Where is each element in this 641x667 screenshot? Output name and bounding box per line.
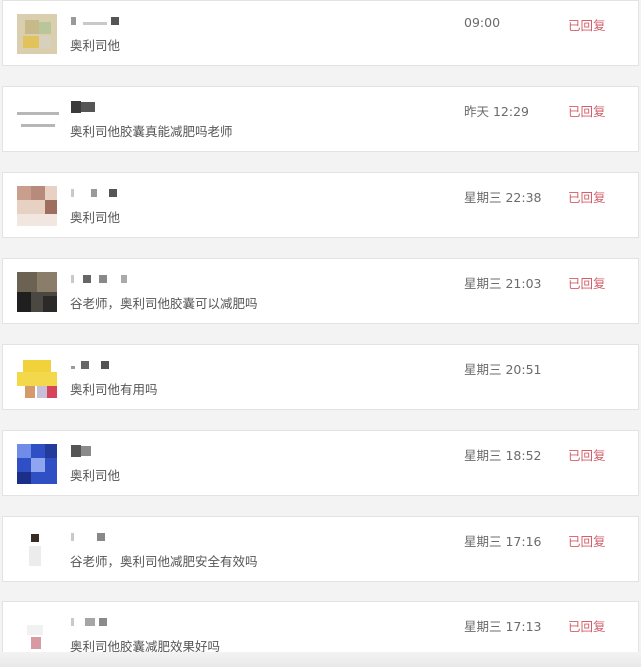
sender-name-redacted [71, 443, 131, 457]
message-time: 昨天 12:29 [464, 104, 529, 119]
page-bottom-edge [0, 652, 641, 667]
avatar [17, 272, 57, 312]
message-time: 星期三 18:52 [464, 448, 542, 463]
sender-name-redacted [71, 13, 131, 27]
message-text: 奥利司他 [70, 210, 121, 225]
message-text: 奥利司他 [70, 38, 121, 53]
avatar [13, 100, 63, 140]
message-text: 谷老师，奥利司他减肥安全有效吗 [70, 554, 258, 569]
message-time: 星期三 17:13 [464, 619, 542, 634]
sender-name-redacted [71, 271, 131, 285]
reply-status[interactable]: 已回复 [568, 273, 606, 292]
message-row[interactable]: 奥利司他 星期三 22:38 已回复 [2, 172, 639, 238]
message-time: 星期三 20:51 [464, 362, 542, 377]
avatar [17, 186, 57, 226]
reply-status[interactable]: 已回复 [568, 616, 606, 635]
avatar [17, 615, 57, 655]
message-row[interactable]: 奥利司他 09:00 已回复 [2, 0, 639, 66]
message-text: 奥利司他 [70, 468, 121, 483]
reply-status[interactable]: 已回复 [568, 531, 606, 550]
avatar [17, 444, 57, 484]
message-text: 奥利司他有用吗 [70, 382, 158, 397]
avatar [17, 14, 57, 54]
message-row[interactable]: 谷老师，奥利司他胶囊可以减肥吗 星期三 21:03 已回复 [2, 258, 639, 324]
reply-status[interactable]: 已回复 [568, 445, 606, 464]
message-time: 星期三 21:03 [464, 276, 542, 291]
message-row[interactable]: 奥利司他 星期三 18:52 已回复 [2, 430, 639, 496]
sender-name-redacted [71, 357, 131, 371]
message-time: 09:00 [464, 15, 501, 30]
message-row[interactable]: 奥利司他有用吗 星期三 20:51 [2, 344, 639, 410]
reply-status[interactable]: 已回复 [568, 15, 606, 34]
sender-name-redacted [71, 185, 131, 199]
message-list: 奥利司他 09:00 已回复 奥利司他胶囊真能减肥吗老师 昨天 12:29 已回… [0, 0, 641, 667]
message-time: 星期三 17:16 [464, 534, 542, 549]
message-row[interactable]: 奥利司他胶囊真能减肥吗老师 昨天 12:29 已回复 [2, 86, 639, 152]
message-text: 奥利司他胶囊真能减肥吗老师 [70, 124, 233, 139]
sender-name-redacted [71, 529, 131, 543]
avatar [17, 358, 57, 398]
message-row[interactable]: 谷老师，奥利司他减肥安全有效吗 星期三 17:16 已回复 [2, 516, 639, 582]
sender-name-redacted [71, 614, 131, 628]
sender-name-redacted [71, 99, 131, 113]
message-text: 谷老师，奥利司他胶囊可以减肥吗 [70, 296, 258, 311]
avatar [17, 530, 57, 570]
reply-status[interactable]: 已回复 [568, 101, 606, 120]
reply-status[interactable]: 已回复 [568, 187, 606, 206]
message-time: 星期三 22:38 [464, 190, 542, 205]
